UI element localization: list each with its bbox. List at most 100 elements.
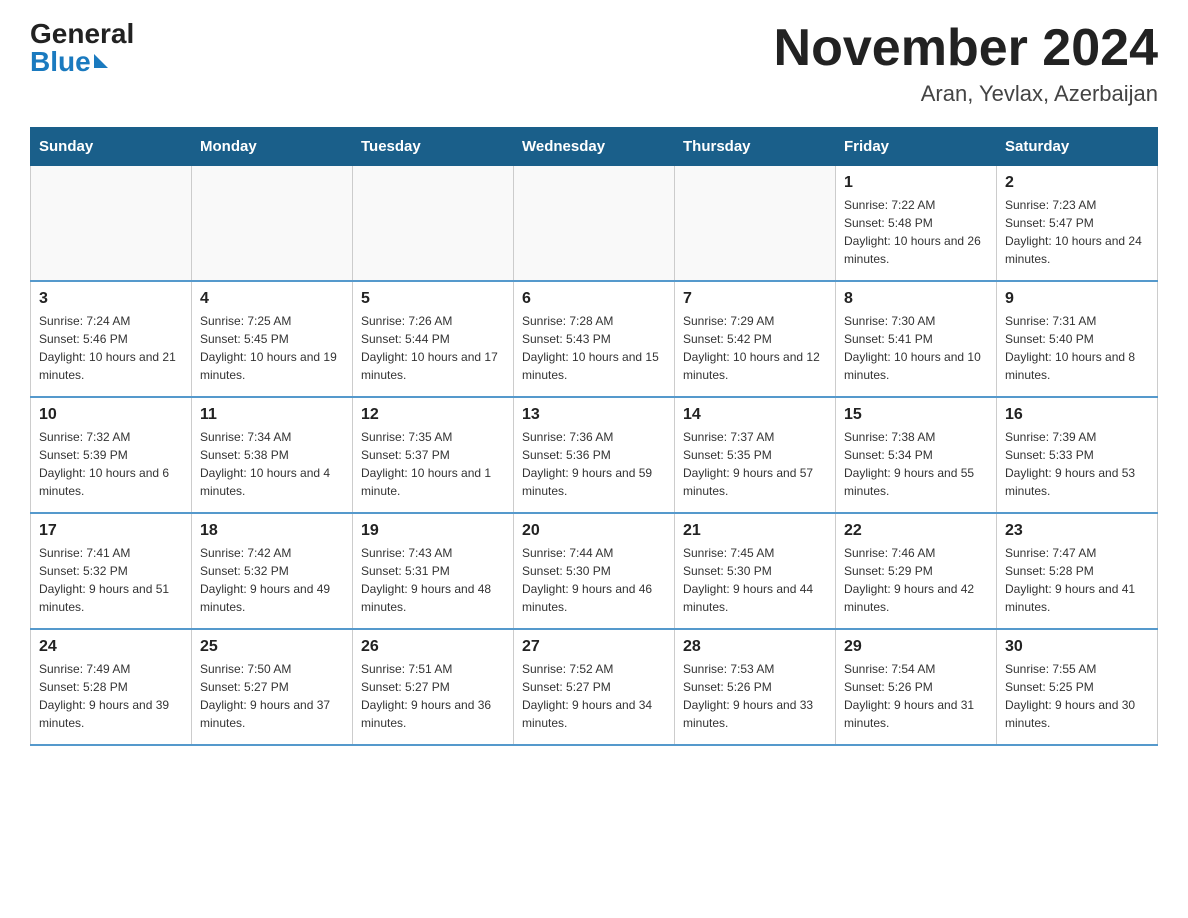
day-number: 7 xyxy=(683,290,827,308)
calendar-cell: 19Sunrise: 7:43 AMSunset: 5:31 PMDayligh… xyxy=(353,513,514,629)
weekday-header-friday: Friday xyxy=(836,128,997,166)
day-number: 9 xyxy=(1005,290,1149,308)
calendar-cell xyxy=(353,166,514,282)
logo: General Blue xyxy=(30,20,134,76)
calendar-cell: 3Sunrise: 7:24 AMSunset: 5:46 PMDaylight… xyxy=(31,281,192,397)
day-number: 1 xyxy=(844,174,988,192)
day-info: Sunrise: 7:53 AMSunset: 5:26 PMDaylight:… xyxy=(683,660,827,732)
day-info: Sunrise: 7:51 AMSunset: 5:27 PMDaylight:… xyxy=(361,660,505,732)
calendar-cell xyxy=(31,166,192,282)
week-row-1: 1 Sunrise: 7:22 AMSunset: 5:48 PMDaylight… xyxy=(31,166,1158,282)
calendar-body: 1 Sunrise: 7:22 AMSunset: 5:48 PMDaylight… xyxy=(31,166,1158,746)
day-number: 23 xyxy=(1005,522,1149,540)
calendar-cell: 4Sunrise: 7:25 AMSunset: 5:45 PMDaylight… xyxy=(192,281,353,397)
logo-general-text: General xyxy=(30,20,134,48)
day-number: 3 xyxy=(39,290,183,308)
calendar-title: November 2024 xyxy=(774,20,1158,77)
day-number: 24 xyxy=(39,638,183,656)
weekday-header-saturday: Saturday xyxy=(997,128,1158,166)
day-info: Sunrise: 7:39 AMSunset: 5:33 PMDaylight:… xyxy=(1005,428,1149,500)
weekday-header-tuesday: Tuesday xyxy=(353,128,514,166)
week-row-5: 24 Sunrise: 7:49 AMSunset: 5:28 PMDayligh… xyxy=(31,629,1158,745)
day-number: 13 xyxy=(522,406,666,424)
weekday-header-thursday: Thursday xyxy=(675,128,836,166)
logo-blue-text: Blue xyxy=(30,48,91,76)
calendar-cell: 27 Sunrise: 7:52 AMSunset: 5:27 PMDayligh… xyxy=(514,629,675,745)
calendar-cell: 8Sunrise: 7:30 AMSunset: 5:41 PMDaylight… xyxy=(836,281,997,397)
day-number: 26 xyxy=(361,638,505,656)
calendar-cell: 11 Sunrise: 7:34 AMSunset: 5:38 PMDayligh… xyxy=(192,397,353,513)
calendar-cell: 26 Sunrise: 7:51 AMSunset: 5:27 PMDayligh… xyxy=(353,629,514,745)
calendar-cell: 29 Sunrise: 7:54 AMSunset: 5:26 PMDayligh… xyxy=(836,629,997,745)
calendar-cell: 21 Sunrise: 7:45 AMSunset: 5:30 PMDayligh… xyxy=(675,513,836,629)
day-info: Sunrise: 7:28 AMSunset: 5:43 PMDaylight:… xyxy=(522,312,666,384)
calendar-cell: 12Sunrise: 7:35 AMSunset: 5:37 PMDayligh… xyxy=(353,397,514,513)
calendar-cell xyxy=(514,166,675,282)
day-info: Sunrise: 7:44 AMSunset: 5:30 PMDaylight:… xyxy=(522,544,666,616)
day-number: 22 xyxy=(844,522,988,540)
day-number: 30 xyxy=(1005,638,1149,656)
day-info: Sunrise: 7:54 AMSunset: 5:26 PMDaylight:… xyxy=(844,660,988,732)
calendar-cell: 23 Sunrise: 7:47 AMSunset: 5:28 PMDayligh… xyxy=(997,513,1158,629)
calendar-cell: 7Sunrise: 7:29 AMSunset: 5:42 PMDaylight… xyxy=(675,281,836,397)
weekday-header-wednesday: Wednesday xyxy=(514,128,675,166)
day-info: Sunrise: 7:50 AMSunset: 5:27 PMDaylight:… xyxy=(200,660,344,732)
calendar-cell: 24 Sunrise: 7:49 AMSunset: 5:28 PMDayligh… xyxy=(31,629,192,745)
calendar-cell: 14 Sunrise: 7:37 AMSunset: 5:35 PMDayligh… xyxy=(675,397,836,513)
calendar-cell: 20 Sunrise: 7:44 AMSunset: 5:30 PMDayligh… xyxy=(514,513,675,629)
day-number: 29 xyxy=(844,638,988,656)
calendar-cell: 2Sunrise: 7:23 AMSunset: 5:47 PMDaylight… xyxy=(997,166,1158,282)
day-number: 4 xyxy=(200,290,344,308)
calendar-cell: 18 Sunrise: 7:42 AMSunset: 5:32 PMDayligh… xyxy=(192,513,353,629)
day-number: 17 xyxy=(39,522,183,540)
day-number: 25 xyxy=(200,638,344,656)
day-info: Sunrise: 7:26 AMSunset: 5:44 PMDaylight:… xyxy=(361,312,505,384)
day-info: Sunrise: 7:49 AMSunset: 5:28 PMDaylight:… xyxy=(39,660,183,732)
day-info: Sunrise: 7:22 AMSunset: 5:48 PMDaylight:… xyxy=(844,196,988,268)
day-number: 20 xyxy=(522,522,666,540)
calendar-subtitle: Aran, Yevlax, Azerbaijan xyxy=(774,81,1158,107)
day-number: 11 xyxy=(200,406,344,424)
day-info: Sunrise: 7:32 AMSunset: 5:39 PMDaylight:… xyxy=(39,428,183,500)
day-info: Sunrise: 7:43 AMSunset: 5:31 PMDaylight:… xyxy=(361,544,505,616)
day-info: Sunrise: 7:45 AMSunset: 5:30 PMDaylight:… xyxy=(683,544,827,616)
title-block: November 2024 Aran, Yevlax, Azerbaijan xyxy=(774,20,1158,107)
page-header: General Blue November 2024 Aran, Yevlax,… xyxy=(30,20,1158,107)
day-info: Sunrise: 7:41 AMSunset: 5:32 PMDaylight:… xyxy=(39,544,183,616)
day-number: 27 xyxy=(522,638,666,656)
day-number: 10 xyxy=(39,406,183,424)
day-number: 18 xyxy=(200,522,344,540)
day-info: Sunrise: 7:34 AMSunset: 5:38 PMDaylight:… xyxy=(200,428,344,500)
day-info: Sunrise: 7:42 AMSunset: 5:32 PMDaylight:… xyxy=(200,544,344,616)
day-info: Sunrise: 7:46 AMSunset: 5:29 PMDaylight:… xyxy=(844,544,988,616)
calendar-cell: 28 Sunrise: 7:53 AMSunset: 5:26 PMDayligh… xyxy=(675,629,836,745)
calendar-table: SundayMondayTuesdayWednesdayThursdayFrid… xyxy=(30,127,1158,746)
calendar-cell: 15Sunrise: 7:38 AMSunset: 5:34 PMDayligh… xyxy=(836,397,997,513)
calendar-cell: 13Sunrise: 7:36 AMSunset: 5:36 PMDayligh… xyxy=(514,397,675,513)
day-info: Sunrise: 7:37 AMSunset: 5:35 PMDaylight:… xyxy=(683,428,827,500)
weekday-header-monday: Monday xyxy=(192,128,353,166)
day-info: Sunrise: 7:31 AMSunset: 5:40 PMDaylight:… xyxy=(1005,312,1149,384)
day-number: 14 xyxy=(683,406,827,424)
calendar-cell: 1 Sunrise: 7:22 AMSunset: 5:48 PMDaylight… xyxy=(836,166,997,282)
week-row-2: 3Sunrise: 7:24 AMSunset: 5:46 PMDaylight… xyxy=(31,281,1158,397)
day-info: Sunrise: 7:23 AMSunset: 5:47 PMDaylight:… xyxy=(1005,196,1149,268)
weekday-header-sunday: Sunday xyxy=(31,128,192,166)
day-info: Sunrise: 7:47 AMSunset: 5:28 PMDaylight:… xyxy=(1005,544,1149,616)
calendar-cell: 6Sunrise: 7:28 AMSunset: 5:43 PMDaylight… xyxy=(514,281,675,397)
day-info: Sunrise: 7:38 AMSunset: 5:34 PMDaylight:… xyxy=(844,428,988,500)
day-number: 5 xyxy=(361,290,505,308)
calendar-cell xyxy=(675,166,836,282)
logo-triangle-icon xyxy=(94,54,108,68)
day-info: Sunrise: 7:55 AMSunset: 5:25 PMDaylight:… xyxy=(1005,660,1149,732)
calendar-cell: 16Sunrise: 7:39 AMSunset: 5:33 PMDayligh… xyxy=(997,397,1158,513)
calendar-cell: 9 Sunrise: 7:31 AMSunset: 5:40 PMDaylight… xyxy=(997,281,1158,397)
day-number: 21 xyxy=(683,522,827,540)
calendar-cell: 10 Sunrise: 7:32 AMSunset: 5:39 PMDayligh… xyxy=(31,397,192,513)
day-info: Sunrise: 7:52 AMSunset: 5:27 PMDaylight:… xyxy=(522,660,666,732)
weekday-header-row: SundayMondayTuesdayWednesdayThursdayFrid… xyxy=(31,128,1158,166)
calendar-cell: 5 Sunrise: 7:26 AMSunset: 5:44 PMDaylight… xyxy=(353,281,514,397)
day-number: 28 xyxy=(683,638,827,656)
day-info: Sunrise: 7:35 AMSunset: 5:37 PMDaylight:… xyxy=(361,428,505,500)
calendar-cell: 22 Sunrise: 7:46 AMSunset: 5:29 PMDayligh… xyxy=(836,513,997,629)
